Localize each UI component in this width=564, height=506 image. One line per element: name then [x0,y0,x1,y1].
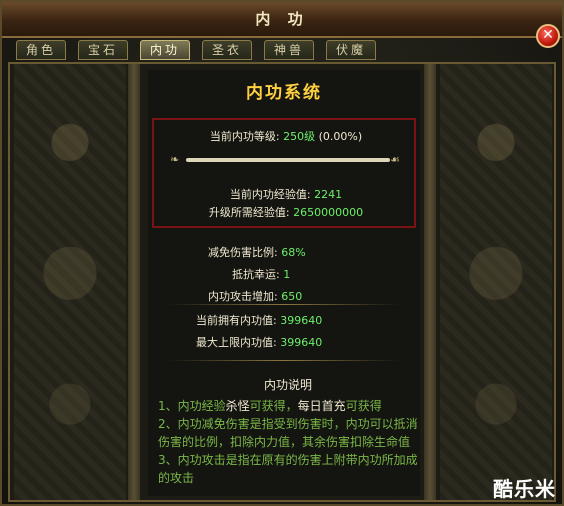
damage-reduction-label: 减免伤害比例: [208,246,278,259]
need-exp-row: 升级所需经验值: 2650000000 [150,204,422,220]
internal-power-window: 内 功 ✕ 角色 宝石 内功 圣衣 神兽 伏魔 内功系统 当前内功等级: 250… [0,0,564,506]
attack-bonus-label: 内功攻击增加: [208,290,278,303]
level-row: 当前内功等级: 250级 (0.00%) [150,128,422,144]
watermark-logo: 酷乐米 [493,477,556,501]
left-ornament [14,64,126,500]
level-label: 当前内功等级: [209,130,280,143]
cur-exp-label: 当前内功经验值: [229,188,311,201]
title-bar: 内 功 [2,2,562,38]
description-line-2: 2、内功减免伤害是指受到伤害时，内功可以抵消伤害的比例，扣除内力值，其余伤害扣除… [158,417,418,449]
luck-resist-label: 抵抗幸运: [232,268,280,281]
tab-character[interactable]: 角色 [16,40,66,60]
close-icon[interactable]: ✕ [536,24,560,48]
content-area: 内功系统 当前内功等级: 250级 (0.00%) ❧ ☙ 当前内功经验值: 2… [8,62,556,502]
stat-row: 抵抗幸运: 1 [232,266,504,282]
need-exp-value: 2650000000 [293,206,364,219]
divider [168,360,400,361]
cur-exp-row: 当前内功经验值: 2241 [150,186,422,202]
level-value: 250级 [283,130,316,143]
system-title: 内功系统 [246,83,322,103]
tab-internal-power[interactable]: 内功 [140,40,190,60]
cur-exp-value: 2241 [314,188,343,201]
exp-progress-bar: ❧ ☙ [170,154,406,166]
right-ornament [440,64,552,500]
tab-divine-beast[interactable]: 神兽 [264,40,314,60]
bar-right-cap: ☙ [390,153,400,166]
divider [168,304,400,305]
tab-gem[interactable]: 宝石 [78,40,128,60]
description: 内功说明 1、内功经验杀怪可获得，每日首充可获得 2、内功减免伤害是指受到伤害时… [158,376,418,487]
right-pillar [424,64,436,500]
stat-row: 减免伤害比例: 68% [208,244,480,260]
current-power-label: 当前拥有内功值: [196,314,277,327]
need-exp-label: 升级所需经验值: [208,206,290,219]
stat-row: 最大上限内功值: 399640 [196,334,468,350]
attack-bonus-value: 650 [281,290,303,303]
left-pillar [128,64,140,500]
description-line-3: 3、内功攻击是指在原有的伤害上附带内功所加成的攻击 [158,453,418,485]
description-title: 内功说明 [263,378,312,392]
tab-demon-subduing[interactable]: 伏魔 [326,40,376,60]
stat-row: 当前拥有内功值: 399640 [196,312,468,328]
current-power-value: 399640 [280,314,323,327]
exp-progress-track [186,158,390,162]
bar-left-cap: ❧ [170,153,180,166]
window-title: 内 功 [255,10,309,28]
damage-reduction-value: 68% [281,246,306,259]
tab-holy-armor[interactable]: 圣衣 [202,40,252,60]
stat-row: 内功攻击增加: 650 [208,288,480,304]
description-line-1: 1、内功经验杀怪可获得，每日首充可获得 [158,399,382,413]
level-percent: (0.00%) [318,130,363,143]
max-power-value: 399640 [280,336,323,349]
luck-resist-value: 1 [283,268,291,281]
max-power-label: 最大上限内功值: [196,336,277,349]
system-panel: 内功系统 当前内功等级: 250级 (0.00%) ❧ ☙ 当前内功经验值: 2… [148,70,420,496]
level-box: 当前内功等级: 250级 (0.00%) ❧ ☙ 当前内功经验值: 2241 升… [152,118,416,228]
